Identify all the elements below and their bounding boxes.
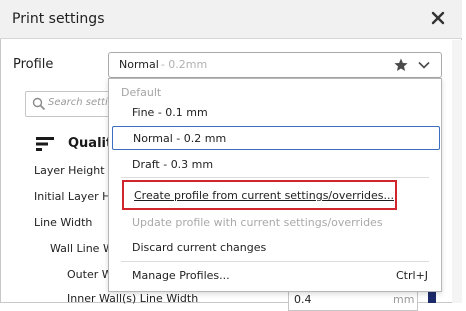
discard-changes-menu-item[interactable]: Discard current changes [110,236,440,260]
inner-wall-line-width-value: 0.4 [294,293,312,306]
profile-option-fine[interactable]: Fine - 0.1 mm [110,101,440,125]
setting-indicator-bar [428,291,436,303]
chevron-down-icon[interactable] [417,58,431,72]
inner-wall-line-width-input[interactable]: 0.4 mm [288,291,418,311]
profile-option-normal-label: Normal - 0.2 mm [133,132,227,145]
dropdown-section-default: Default [121,86,162,99]
scroll-rail[interactable] [452,40,462,303]
manage-profiles-shortcut: Ctrl+J [396,269,429,282]
update-profile-label: Update profile with current settings/ove… [132,216,383,229]
profile-option-normal[interactable]: Normal - 0.2 mm [112,126,440,150]
star-icon[interactable] [393,57,409,73]
profile-selected-value: Normal - 0.2mm [119,58,207,71]
discard-changes-label: Discard current changes [132,241,267,254]
profile-dropdown-menu: Default Fine - 0.1 mm Normal - 0.2 mm Dr… [108,78,442,292]
profile-label: Profile [13,57,54,72]
setting-label-inner-wall-line-width: Inner Wall(s) Line Width [67,292,199,305]
profile-option-draft[interactable]: Draft - 0.3 mm [110,153,440,177]
category-icon [36,137,54,151]
update-profile-menu-item: Update profile with current settings/ove… [110,211,440,235]
search-icon [32,97,46,111]
create-profile-menu-item[interactable]: Create profile from current settings/ove… [122,180,397,210]
manage-profiles-label: Manage Profiles... [132,269,230,282]
manage-profiles-menu-item[interactable]: Manage Profiles... Ctrl+J [110,264,440,288]
close-icon[interactable] [430,10,446,26]
inner-wall-line-width-unit: mm [393,293,415,306]
setting-label-line-width: Line Width [34,216,93,229]
profile-option-fine-label: Fine - 0.1 mm [132,106,208,119]
dropdown-separator [121,177,429,178]
profile-option-draft-label: Draft - 0.3 mm [132,158,214,171]
profile-select[interactable]: Normal - 0.2mm [108,52,442,78]
title-bar: Print settings [0,0,462,39]
profile-selected-name: Normal [119,58,159,71]
dropdown-separator [121,261,429,262]
setting-label-layer-height: Layer Height [34,164,105,177]
profile-selected-sub: - 0.2mm [160,58,208,71]
create-profile-label: Create profile from current settings/ove… [134,189,395,202]
panel-title: Print settings [12,11,105,27]
